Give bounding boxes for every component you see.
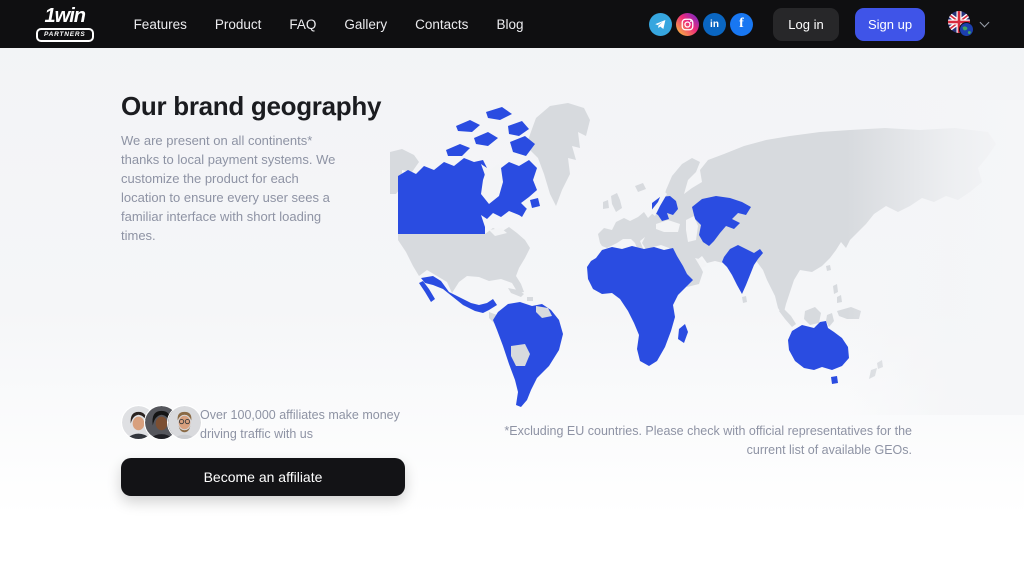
map-region-taiwan: [826, 265, 831, 271]
map-region-madagascar: [678, 324, 688, 343]
uk-flag-icon: [947, 10, 975, 38]
map-region-new-guinea: [837, 307, 861, 319]
become-affiliate-button[interactable]: Become an affiliate: [121, 458, 405, 496]
telegram-icon[interactable]: [649, 12, 672, 36]
map-region-india: [722, 245, 763, 294]
logo-text: 1win: [44, 5, 86, 28]
nav-item-gallery[interactable]: Gallery: [344, 17, 387, 32]
map-region-ireland: [603, 200, 609, 209]
brand-logo[interactable]: 1win PARTNERS: [36, 6, 94, 42]
map-region-iceland: [635, 183, 646, 192]
instagram-camera-glyph: [681, 18, 694, 30]
hero-description: We are present on all continents* thanks…: [121, 133, 336, 243]
landing-page: 1win PARTNERS Features Product FAQ Galle…: [0, 0, 1024, 561]
affiliate-avatars: [121, 405, 202, 440]
world-map: [390, 100, 1024, 415]
signup-button[interactable]: Sign up: [855, 7, 925, 41]
map-region-tasmania: [831, 376, 838, 384]
map-region-usa: [398, 227, 530, 293]
nav-item-blog[interactable]: Blog: [496, 17, 523, 32]
geo-footnote: *Excluding EU countries. Please check wi…: [504, 424, 912, 457]
map-region-australia: [788, 321, 849, 370]
nav-item-features[interactable]: Features: [134, 17, 187, 32]
map-region-uk: [611, 193, 622, 212]
nav-item-product[interactable]: Product: [215, 17, 262, 32]
map-region-borneo: [804, 307, 821, 325]
instagram-icon[interactable]: [676, 12, 699, 36]
map-region-canada: [398, 158, 537, 234]
page-title: Our brand geography: [121, 91, 382, 121]
logo-badge: PARTNERS: [36, 28, 94, 42]
map-region-sri-lanka: [742, 296, 747, 303]
social-links: in f: [649, 12, 753, 36]
globe-icon: [959, 22, 974, 37]
map-region-sumatra: [779, 308, 796, 327]
map-region-greenland: [528, 103, 590, 206]
map-region-philippines: [833, 284, 842, 303]
map-region-hispaniola: [527, 297, 533, 301]
avatar: [167, 405, 202, 440]
linkedin-icon[interactable]: in: [703, 12, 726, 36]
map-region-new-zealand: [869, 360, 883, 379]
nav-item-faq[interactable]: FAQ: [289, 17, 316, 32]
chevron-down-icon: [979, 17, 990, 27]
language-selector[interactable]: [947, 10, 990, 38]
nav-item-contacts[interactable]: Contacts: [415, 17, 468, 32]
telegram-plane-glyph: [655, 19, 666, 29]
header-actions: in f Log in Sign up: [649, 7, 990, 41]
main-nav: Features Product FAQ Gallery Contacts Bl…: [134, 17, 524, 32]
facebook-icon[interactable]: f: [730, 12, 753, 36]
login-button[interactable]: Log in: [773, 7, 839, 41]
map-region-africa: [587, 246, 693, 366]
top-navigation-bar: 1win PARTNERS Features Product FAQ Galle…: [0, 0, 1024, 48]
map-region-sulawesi: [826, 313, 834, 327]
map-hudson-bay: [481, 164, 501, 200]
